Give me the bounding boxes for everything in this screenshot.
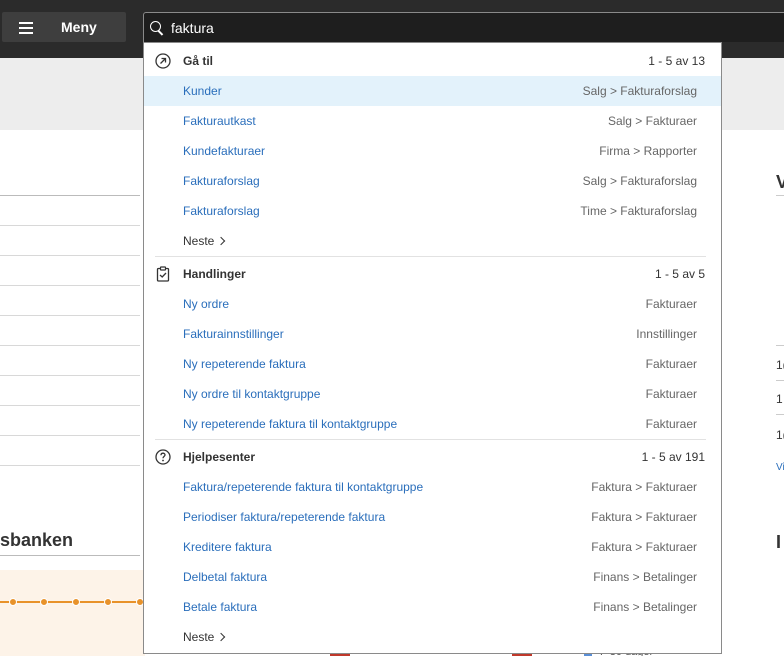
result-label: Ny ordre til kontaktgruppe [183, 387, 321, 401]
result-item[interactable]: Periodiser faktura/repeterende faktura F… [144, 502, 721, 532]
next-label: Neste [183, 234, 215, 248]
result-label: Fakturaforslag [183, 204, 260, 218]
result-path: Fakturaer [645, 417, 697, 431]
right-panel-divider [776, 345, 784, 346]
right-panel-heading: V [776, 172, 784, 192]
search-icon [149, 20, 165, 36]
right-panel-divider [776, 380, 784, 381]
result-item[interactable]: Ny repeterende faktura Fakturaer [144, 349, 721, 379]
right-panel-value: 1 [776, 392, 783, 406]
result-item[interactable]: Kunder Salg > Fakturaforslag [144, 76, 721, 106]
bg-chart-point [104, 598, 112, 606]
result-path: Faktura > Fakturaer [591, 480, 697, 494]
chevron-right-icon [217, 632, 226, 642]
result-path: Finans > Betalinger [593, 570, 697, 584]
result-label: Fakturainnstillinger [183, 327, 284, 341]
result-item[interactable]: Fakturaforslag Salg > Fakturaforslag [144, 166, 721, 196]
result-path: Faktura > Fakturaer [591, 540, 697, 554]
question-circle-icon [155, 449, 171, 465]
section-help-header: Hjelpesenter 1 - 5 av 191 [144, 442, 721, 472]
result-item[interactable]: Fakturainnstillinger Innstillinger [144, 319, 721, 349]
result-label: Periodiser faktura/repeterende faktura [183, 510, 386, 524]
result-item[interactable]: Fakturautkast Salg > Fakturaer [144, 106, 721, 136]
result-path: Salg > Fakturaer [607, 114, 697, 128]
menu-label: Meny [61, 19, 97, 35]
search-input[interactable] [171, 19, 771, 36]
result-label: Ny repeterende faktura [183, 357, 306, 371]
menu-button[interactable]: Meny [2, 12, 126, 42]
hamburger-icon [19, 21, 33, 34]
result-item[interactable]: Betale faktura Finans > Betalinger [144, 592, 721, 622]
result-path: Firma > Rapporter [599, 144, 697, 158]
result-label: Ny repeterende faktura til kontaktgruppe [183, 417, 398, 431]
clipboard-check-icon [156, 266, 170, 282]
result-label: Kundefakturaer [183, 144, 266, 158]
bg-section-heading: sbanken [0, 530, 74, 550]
result-path: Fakturaer [645, 357, 697, 371]
section-goto-title: Gå til [183, 54, 214, 68]
section-goto-count: 1 - 5 av 13 [648, 54, 705, 68]
result-item[interactable]: Ny repeterende faktura til kontaktgruppe… [144, 409, 721, 439]
section-divider [155, 256, 706, 257]
result-path: Time > Fakturaforslag [580, 204, 697, 218]
goto-next-button[interactable]: Neste [183, 234, 226, 248]
bg-chart-area [0, 570, 145, 656]
right-panel-value: 1( [776, 358, 784, 372]
right-panel-heading-2: I [776, 532, 782, 552]
section-divider [155, 439, 706, 440]
bg-table-row [0, 435, 140, 436]
result-path: Innstillinger [636, 327, 697, 341]
bg-table-divider [0, 195, 140, 196]
section-help-count: 1 - 5 av 191 [641, 450, 705, 464]
result-label: Kunder [183, 84, 222, 98]
search-box[interactable] [143, 12, 784, 42]
bg-chart-point [9, 598, 17, 606]
bg-table-row [0, 255, 140, 256]
result-path: Salg > Fakturaforslag [582, 174, 697, 188]
bg-heading-underline [0, 555, 140, 556]
bg-table-row [0, 285, 140, 286]
right-panel-divider [776, 414, 784, 415]
search-results-dropdown: Gå til 1 - 5 av 13 Kunder Salg > Faktura… [143, 42, 722, 654]
right-panel-divider [776, 195, 784, 196]
bg-table-row [0, 315, 140, 316]
result-item[interactable]: Ny ordre Fakturaer [144, 289, 721, 319]
result-item[interactable]: Faktura/repeterende faktura til kontaktg… [144, 472, 721, 502]
result-path: Faktura > Fakturaer [591, 510, 697, 524]
result-label: Delbetal faktura [183, 570, 268, 584]
result-path: Finans > Betalinger [593, 600, 697, 614]
bg-table-row [0, 405, 140, 406]
bg-table-row [0, 225, 140, 226]
section-actions-header: Handlinger 1 - 5 av 5 [144, 259, 721, 289]
help-next-button[interactable]: Neste [183, 630, 226, 644]
result-path: Salg > Fakturaforslag [582, 84, 697, 98]
result-item[interactable]: Ny ordre til kontaktgruppe Fakturaer [144, 379, 721, 409]
result-label: Betale faktura [183, 600, 258, 614]
section-actions-title: Handlinger [183, 267, 246, 281]
result-item[interactable]: Kreditere faktura Faktura > Fakturaer [144, 532, 721, 562]
section-goto-header: Gå til 1 - 5 av 13 [144, 46, 721, 76]
section-help-title: Hjelpesenter [183, 450, 256, 464]
result-item[interactable]: Kundefakturaer Firma > Rapporter [144, 136, 721, 166]
result-label: Ny ordre [183, 297, 230, 311]
result-label: Fakturautkast [183, 114, 256, 128]
result-label: Fakturaforslag [183, 174, 260, 188]
bg-chart-point [40, 598, 48, 606]
result-label: Kreditere faktura [183, 540, 272, 554]
bg-table-row [0, 375, 140, 376]
result-path: Fakturaer [645, 387, 697, 401]
arrow-up-right-circle-icon [155, 53, 171, 69]
section-actions-count: 1 - 5 av 5 [654, 267, 705, 281]
bg-table-row [0, 465, 140, 466]
next-label: Neste [183, 630, 215, 644]
chevron-right-icon [217, 236, 226, 246]
result-label: Faktura/repeterende faktura til kontaktg… [183, 480, 424, 494]
bg-table-row [0, 345, 140, 346]
result-item[interactable]: Delbetal faktura Finans > Betalinger [144, 562, 721, 592]
bg-chart-point [72, 598, 80, 606]
right-panel-value: 1( [776, 428, 784, 442]
right-panel-link[interactable]: Vi [776, 462, 784, 473]
result-path: Fakturaer [645, 297, 697, 311]
result-item[interactable]: Fakturaforslag Time > Fakturaforslag [144, 196, 721, 226]
